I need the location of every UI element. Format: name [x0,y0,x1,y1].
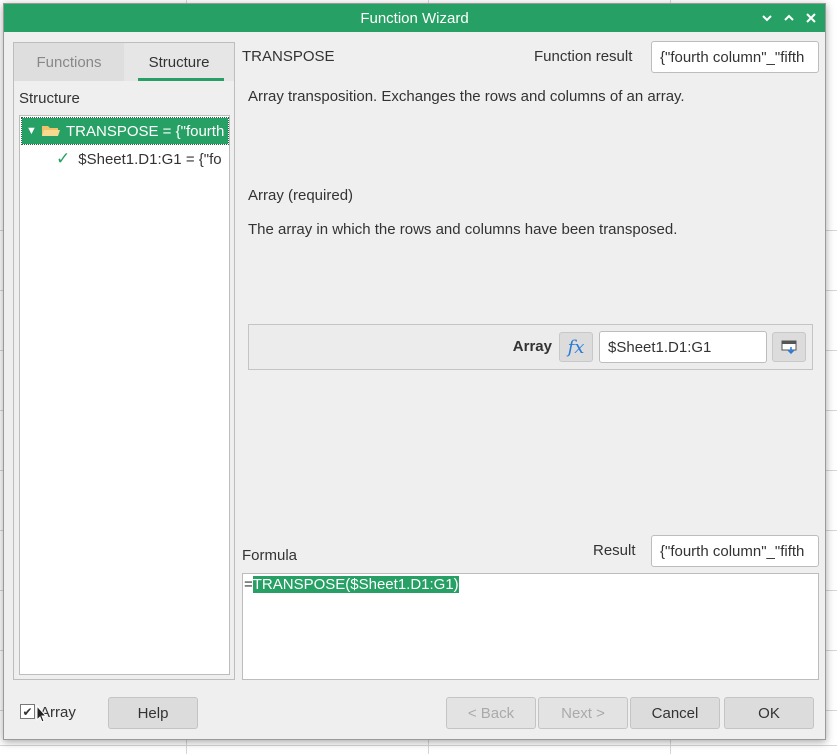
array-argument-input[interactable]: $Sheet1.D1:G1 [599,331,767,363]
tree-item-transpose[interactable]: ▼ TRANSPOSE = {"fourth [21,117,229,145]
result-field[interactable]: {"fourth column"_"fifth [651,535,819,567]
tab-bar: Functions Structure [14,43,234,81]
argument-name: Array [512,338,552,355]
argument-required-label: Array (required) [248,187,354,204]
expand-arrow-icon[interactable]: ▼ [26,125,40,137]
fx-icon: fx [567,336,585,358]
close-icon[interactable] [803,10,819,26]
next-button[interactable]: Next > [538,697,628,729]
argument-panel: Array fx $Sheet1.D1:G1 [248,324,813,370]
window-title: Function Wizard [360,9,469,27]
maximize-icon[interactable] [781,10,797,26]
function-wizard-dialog: Function Wizard Functions Structure Stru… [3,3,826,740]
formula-editor[interactable]: =TRANSPOSE($Sheet1.D1:G1) [242,573,819,680]
function-fx-button[interactable]: fx [559,332,593,362]
ok-button[interactable]: OK [724,697,814,729]
shrink-selection-button[interactable] [772,332,806,362]
tree-item-label: $Sheet1.D1:G1 = {"fo [78,150,222,168]
function-name: TRANSPOSE [242,48,335,65]
button-bar: ✔ Array Help < Back Next > Cancel OK [4,694,825,730]
back-button[interactable]: < Back [446,697,536,729]
formula-selected-text: TRANSPOSE($Sheet1.D1:G1) [252,576,459,593]
tab-functions[interactable]: Functions [14,43,124,81]
tree-item-array-argument[interactable]: ✓ $Sheet1.D1:G1 = {"fo [22,146,222,172]
minimize-icon[interactable] [759,10,775,26]
function-description: Array transposition. Exchanges the rows … [248,88,685,105]
structure-tree[interactable]: ▼ TRANSPOSE = {"fourth ✓ $Sheet1.D1:G1 =… [19,115,230,675]
tree-item-label: TRANSPOSE = {"fourth [66,122,225,140]
formula-label: Formula [242,547,298,564]
checkmark-icon: ✓ [56,149,71,168]
title-bar[interactable]: Function Wizard [4,4,825,32]
array-checkbox[interactable]: ✔ [20,704,35,719]
result-label: Result [593,542,636,559]
cancel-button[interactable]: Cancel [630,697,720,729]
folder-open-icon [42,126,60,136]
mouse-pointer-icon [36,705,46,723]
function-result-field[interactable]: {"fourth column"_"fifth [651,41,819,73]
argument-description: The array in which the rows and columns … [248,221,678,238]
formula-prefix: = [244,576,253,593]
function-result-label: Function result [534,48,633,65]
left-panel: Functions Structure Structure ▼ TRANSPOS… [13,42,235,680]
structure-label: Structure [19,90,80,107]
help-button[interactable]: Help [108,697,198,729]
tab-structure[interactable]: Structure [124,43,234,81]
shrink-icon [781,340,797,354]
